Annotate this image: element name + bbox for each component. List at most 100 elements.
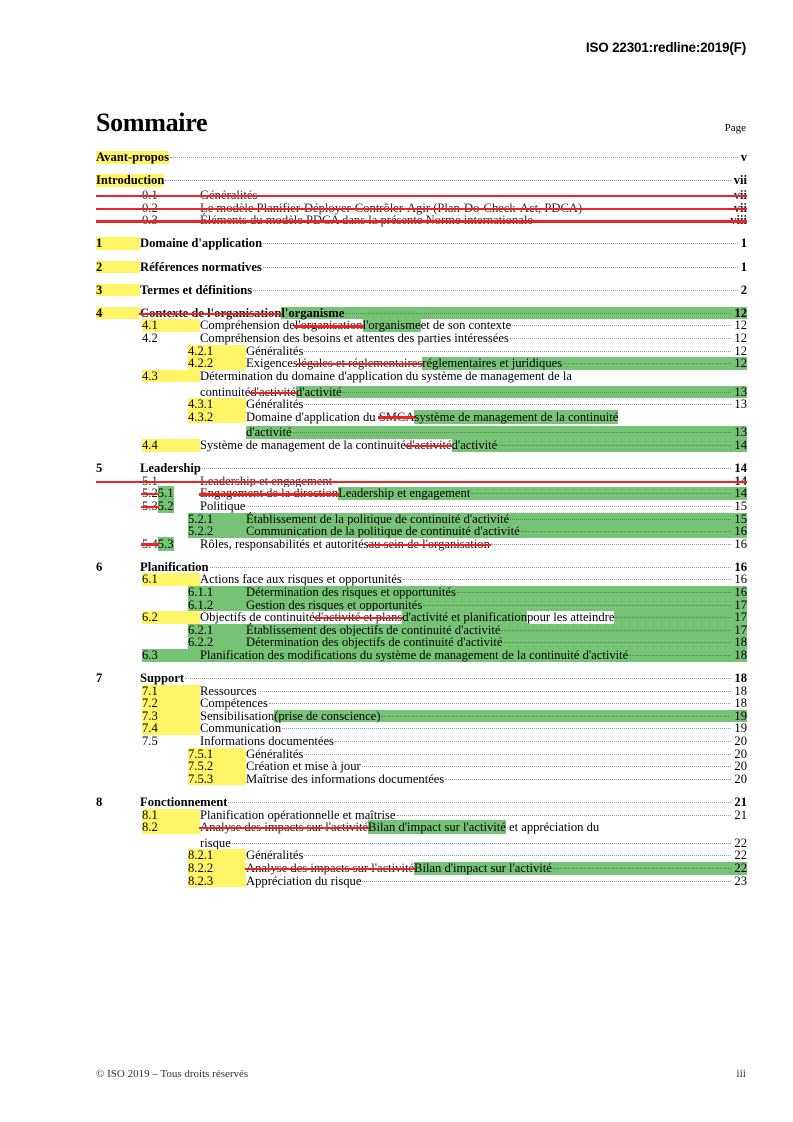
toc-entry-page: 16	[734, 524, 747, 539]
toc-entry-5-2-renumbered[interactable]: 5.35.2 Politique 15	[96, 498, 747, 513]
dot-leader	[334, 741, 732, 743]
toc-entry-label: Support	[140, 671, 185, 686]
dot-leader	[345, 312, 732, 314]
toc-entry-number: 7.5	[142, 734, 158, 749]
toc-entry-1[interactable]: 1 Domaine d'application 1	[96, 237, 747, 251]
toc-entry-7[interactable]: 7 Support 18	[96, 672, 747, 685]
toc-entry-text-before: Exigences	[246, 356, 298, 371]
toc-entry-6[interactable]: 6 Planification 16	[96, 561, 747, 574]
footer-page-number: iii	[736, 1068, 746, 1080]
toc-entry-4-4[interactable]: 4.4 Système de management de la continui…	[96, 439, 747, 452]
toc-entry-inserted-text: Leadership et engagement	[338, 486, 471, 501]
toc-entry-8[interactable]: 8 Fonctionnement 21	[96, 796, 747, 809]
toc-entry-7-4[interactable]: 7.4 Communication 19	[96, 722, 747, 736]
dot-leader	[165, 180, 731, 182]
dot-leader	[253, 289, 738, 291]
dot-leader	[510, 518, 732, 520]
toc-entry-8-2[interactable]: 8.2 Analyse des impacts sur l'activitéBi…	[96, 820, 747, 849]
toc-entry-4-3-2[interactable]: 4.3.2 Domaine d'application du SMCAsystè…	[96, 409, 747, 440]
dot-leader	[282, 728, 732, 730]
toc-entry-label: Compétences	[200, 696, 268, 711]
toc-entry-5-3-renumbered[interactable]: 5.45.3 Rôles, responsabilités et autorit…	[96, 536, 747, 551]
toc-entry-page: 21	[734, 794, 747, 809]
dot-leader	[498, 445, 732, 447]
toc-entry-7-5[interactable]: 7.5 Informations documentées 20	[96, 735, 747, 748]
toc-entry-page: 20	[734, 771, 747, 786]
toc-entry-5-1-renumbered[interactable]: 5.25.1 Engagement de la direction Leaders…	[96, 486, 747, 501]
toc-entry-number: 6	[96, 559, 103, 574]
dot-leader	[342, 391, 732, 393]
toc-entry-4-2[interactable]: 4.2 Compréhension des besoins et attente…	[96, 332, 747, 345]
toc-entry-label: Planification des modifications du systè…	[200, 647, 629, 662]
toc-entry-label: Avant-propos	[96, 150, 170, 164]
toc-entry-label: Compréhension des besoins et attentes de…	[200, 330, 509, 345]
toc-entry-2[interactable]: 2 Références normatives 1	[96, 259, 747, 274]
dot-leader	[304, 404, 732, 406]
toc-title-row: Sommaire Page	[96, 108, 746, 138]
toc-entry-label: Politique	[200, 498, 246, 513]
table-of-contents: Avant-propos v Introduction vii 0.1 Géné…	[96, 151, 747, 888]
page-column-label: Page	[724, 122, 746, 134]
toc-entry-introduction[interactable]: Introduction vii	[96, 174, 747, 187]
toc-entry-5-2-2[interactable]: 5.2.2 Communication de la politique de c…	[96, 525, 747, 538]
dot-leader	[381, 715, 732, 717]
toc-entry-label: Éléments du modèle PDCA dans la présente…	[200, 213, 533, 228]
toc-entry-label: Leadership	[140, 461, 201, 476]
toc-entry-7-2[interactable]: 7.2 Compétences 18	[96, 697, 747, 710]
toc-entry-label: Introduction	[96, 173, 165, 188]
toc-entry-inserted-text-line-1: système de management de la continuité	[414, 409, 619, 424]
dot-leader	[563, 363, 732, 365]
dot-leader	[292, 432, 732, 434]
toc-entry-text-before: Rôles, responsabilités et autorités	[200, 536, 369, 551]
toc-entry-8-2-3[interactable]: 8.2.3 Appréciation du risque 23	[96, 875, 747, 888]
toc-entry-page: 16	[734, 536, 747, 551]
toc-entry-0-1-deleted[interactable]: 0.1 Généralités vii	[96, 189, 747, 202]
toc-entry-4-3[interactable]: 4.3 Détermination du domaine d'applicati…	[96, 370, 747, 399]
dot-leader	[396, 814, 732, 816]
footer-copyright: © ISO 2019 – Tous droits réservés	[96, 1068, 249, 1080]
toc-entry-7-3[interactable]: 7.3 Sensibilisation (prise de conscience…	[96, 710, 747, 723]
toc-entry-label: Informations documentées	[200, 734, 334, 749]
toc-entry-number: 4.3.1	[188, 398, 246, 411]
toc-entry-4-3-1[interactable]: 4.3.1 Généralités 13	[96, 398, 747, 411]
toc-entry-number: 4.3	[142, 370, 200, 383]
toc-entry-page: 14	[734, 438, 747, 453]
toc-entry-page: 1	[740, 259, 747, 274]
toc-entry-inserted-text: Bilan d'impact sur l'activité	[368, 820, 506, 835]
dot-leader	[456, 592, 732, 593]
toc-entry-page: 13	[734, 397, 747, 412]
toc-entry-7-1[interactable]: 7.1 Ressources 18	[96, 685, 747, 698]
toc-entry-number: 4.4	[142, 439, 200, 452]
dot-leader	[258, 195, 731, 197]
dot-leader	[552, 868, 732, 870]
toc-entry-page: 23	[734, 873, 747, 888]
toc-entry-6-3[interactable]: 6.3 Planification des modifications du s…	[96, 649, 747, 662]
dot-leader	[263, 243, 738, 245]
toc-entry-0-3-deleted[interactable]: 0.3 Éléments du modèle PDCA dans la prés…	[96, 214, 747, 227]
toc-entry-8-2-2[interactable]: 8.2.2 Analyse des impacts sur l'activité…	[96, 862, 747, 875]
toc-entry-deleted-text: au sein de l'organisation	[367, 536, 492, 551]
toc-entry-6-2[interactable]: 6.2 Objectifs de continuité d'activité e…	[96, 611, 747, 624]
dot-leader	[209, 566, 732, 568]
toc-entry-label: Détermination des risques et opportunité…	[246, 585, 456, 599]
toc-entry-number: 8	[96, 794, 103, 809]
toc-entry-3[interactable]: 3 Termes et définitions 2	[96, 284, 747, 297]
toc-entry-label: Appréciation du risque	[246, 873, 362, 888]
page-title: Sommaire	[96, 108, 208, 137]
dot-leader	[257, 690, 732, 692]
toc-entry-7-5-2[interactable]: 7.5.2 Création et mise à jour 20	[96, 760, 747, 773]
toc-entry-avant-propos[interactable]: Avant-propos v	[96, 151, 747, 164]
document-page: ISO 22301:redline:2019(F) Sommaire Page …	[0, 0, 793, 1122]
dot-leader	[170, 157, 738, 158]
toc-entry-page: 22	[734, 861, 747, 876]
toc-entry-6-1-1[interactable]: 6.1.1 Détermination des risques et oppor…	[96, 586, 747, 599]
document-reference-header: ISO 22301:redline:2019(F)	[585, 40, 746, 55]
toc-entry-number: 8.2.3	[188, 875, 246, 888]
toc-entry-inserted-text: réglementaires et juridiques	[422, 356, 563, 371]
toc-entry-4-2-2[interactable]: 4.2.2 Exigences légales et réglementaire…	[96, 357, 747, 370]
toc-entry-7-5-3[interactable]: 7.5.3 Maîtrise des informations document…	[96, 773, 747, 786]
dot-leader	[268, 703, 732, 705]
toc-entry-deleted-text: Analyse des impacts sur l'activité	[244, 861, 416, 876]
toc-entry-number: 5.2.2	[188, 525, 246, 538]
toc-entry-5[interactable]: 5 Leadership 14	[96, 462, 747, 475]
